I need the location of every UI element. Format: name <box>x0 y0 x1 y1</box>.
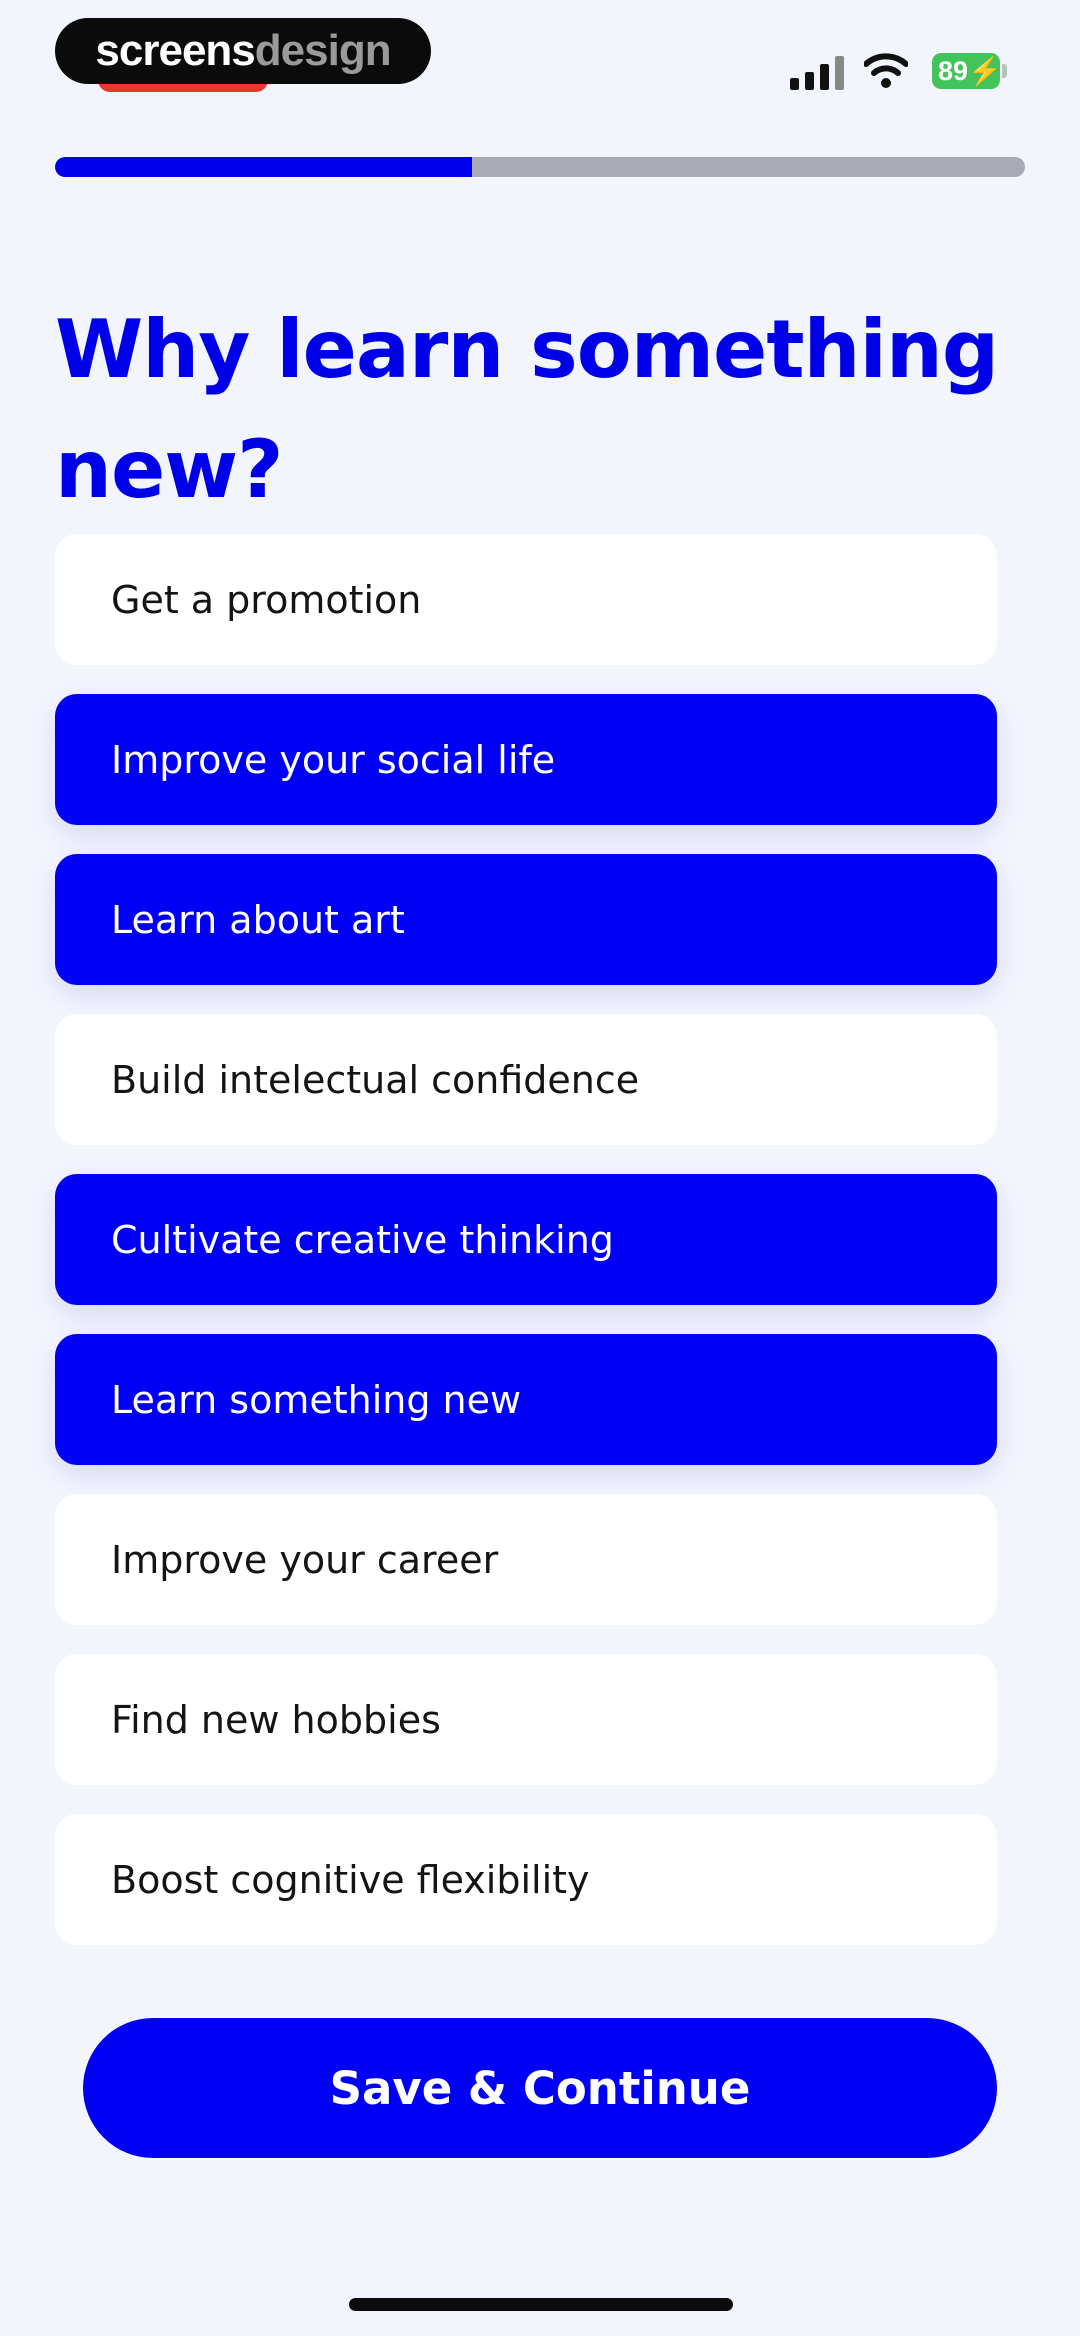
cellular-signal-icon <box>790 52 846 90</box>
option-label: Get a promotion <box>111 577 422 622</box>
option-find-new-hobbies[interactable]: Find new hobbies <box>55 1654 997 1785</box>
option-boost-cognitive-flexibility[interactable]: Boost cognitive flexibility <box>55 1814 997 1945</box>
charging-bolt-icon: ⚡ <box>968 56 1002 86</box>
option-improve-social-life[interactable]: Improve your social life <box>55 694 997 825</box>
home-indicator <box>349 2298 733 2311</box>
save-continue-button[interactable]: Save & Continue <box>83 2018 997 2158</box>
option-learn-about-art[interactable]: Learn about art <box>55 854 997 985</box>
option-learn-something-new[interactable]: Learn something new <box>55 1334 997 1465</box>
brand-watermark: screensdesign <box>55 18 431 84</box>
battery-level: 89 <box>938 56 969 86</box>
option-label: Cultivate creative thinking <box>111 1217 614 1262</box>
progress-fill <box>55 157 473 177</box>
option-label: Learn about art <box>111 897 405 942</box>
option-get-a-promotion[interactable]: Get a promotion <box>55 534 997 665</box>
option-label: Learn something new <box>111 1377 522 1422</box>
option-build-intellectual-confidence[interactable]: Build intelectual confidence <box>55 1014 997 1145</box>
status-bar: screensdesign 89⚡ <box>0 0 1080 120</box>
option-label: Improve your social life <box>111 737 556 782</box>
option-label: Boost cognitive flexibility <box>111 1857 590 1902</box>
option-label: Find new hobbies <box>111 1697 441 1742</box>
option-label: Improve your career <box>111 1537 499 1582</box>
progress-bar <box>55 157 1025 177</box>
brand-watermark-part2: design <box>254 26 392 75</box>
options-list: Get a promotion Improve your social life… <box>55 534 997 1974</box>
option-cultivate-creative-thinking[interactable]: Cultivate creative thinking <box>55 1174 997 1305</box>
battery-tip <box>1002 64 1007 78</box>
page-title: Why learn something new? <box>55 303 999 516</box>
wifi-icon <box>864 53 908 88</box>
brand-watermark-part1: screens <box>95 26 255 75</box>
battery-icon: 89⚡ <box>932 53 1002 89</box>
option-improve-career[interactable]: Improve your career <box>55 1494 997 1625</box>
option-label: Build intelectual confidence <box>111 1057 640 1102</box>
